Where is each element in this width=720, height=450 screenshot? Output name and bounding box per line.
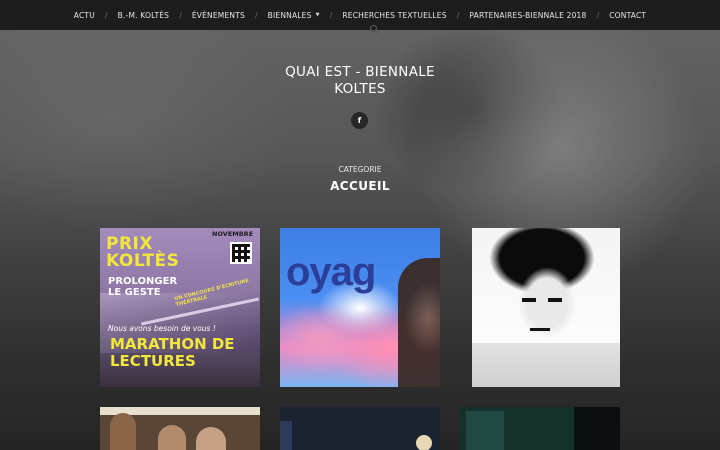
nav-item[interactable]: BIENNALES ▼: [268, 11, 320, 20]
stage-figure: [280, 421, 292, 450]
post-thumbnail-prix-koltes[interactable]: NOVEMBRE PRIX KOLTÈS PROLONGER LE GESTE …: [100, 228, 260, 387]
qr-code-icon: [230, 242, 252, 264]
nav-separator: /: [179, 10, 182, 20]
post-thumbnail-koltes-portrait[interactable]: [460, 228, 620, 387]
nav-separator: /: [596, 10, 600, 20]
poster-tagline: Nous avons besoin de vous !: [108, 324, 216, 333]
nav-item-label: ÉVÈNEMENTS: [191, 10, 245, 20]
post-thumbnail-stage[interactable]: [280, 407, 440, 450]
poster-face: [398, 258, 440, 387]
portrait-mouth: [530, 328, 550, 331]
nav-list: ACTU / B.-M. KOLTÈS / ÉVÈNEMENTS / BIENNALES ▼ /…: [74, 11, 646, 20]
nav-item[interactable]: B.-M. KOLTÈS: [118, 11, 170, 20]
site-title[interactable]: QUAI EST - BIENNALE KOLTES: [260, 64, 460, 98]
nav-item[interactable]: RECHERCHES TEXTUELLES: [342, 11, 446, 20]
photo-person: [110, 413, 136, 450]
nav-item-label: B.-M. KOLTÈS: [117, 10, 170, 20]
photo-person: [158, 425, 186, 450]
poster-headline: PRIX KOLTÈS: [106, 234, 180, 271]
nav-separator: /: [254, 10, 258, 20]
nav-item[interactable]: CONTACT: [609, 11, 646, 20]
scene-shape: [574, 407, 620, 450]
category-title: ACCUEIL: [330, 179, 390, 193]
nav-item-label: ACTU: [73, 10, 95, 20]
post-thumbnail-voyage[interactable]: oyag: [280, 228, 440, 387]
scene-shape: [466, 411, 504, 450]
photo-person: [196, 427, 226, 450]
nav-item-label: BIENNALES: [267, 10, 312, 20]
nav-item-label: CONTACT: [609, 10, 647, 20]
nav-item-label: PARTENAIRES-BIENNALE 2018: [469, 10, 587, 20]
poster-main-title: MARATHON DE LECTURES: [110, 335, 235, 370]
post-thumbnail-group-photo[interactable]: [100, 407, 260, 450]
chevron-down-icon: ▼: [315, 12, 320, 18]
portrait-eyes: [522, 298, 562, 302]
portrait-shirt: [472, 343, 620, 387]
search-icon[interactable]: [369, 24, 379, 34]
poster-word: oyag: [286, 250, 376, 294]
poster-month: NOVEMBRE: [212, 230, 254, 238]
poster-background: [460, 228, 620, 387]
stage-light: [416, 435, 432, 450]
nav-item[interactable]: ÉVÈNEMENTS: [192, 11, 245, 20]
category-label: CATEGORIE: [338, 165, 382, 174]
main-navigation: ACTU / B.-M. KOLTÈS / ÉVÈNEMENTS / BIENNALES ▼ /…: [0, 0, 720, 30]
nav-item-label: RECHERCHES TEXTUELLES: [342, 10, 447, 20]
nav-item[interactable]: ACTU: [74, 11, 95, 20]
facebook-glyph: f: [357, 116, 362, 125]
post-thumbnail-scene[interactable]: [460, 407, 620, 450]
nav-item[interactable]: PARTENAIRES-BIENNALE 2018: [469, 11, 586, 20]
facebook-icon[interactable]: f: [351, 112, 368, 129]
nav-separator: /: [456, 10, 460, 20]
nav-separator: /: [104, 10, 108, 20]
nav-separator: /: [329, 10, 333, 20]
